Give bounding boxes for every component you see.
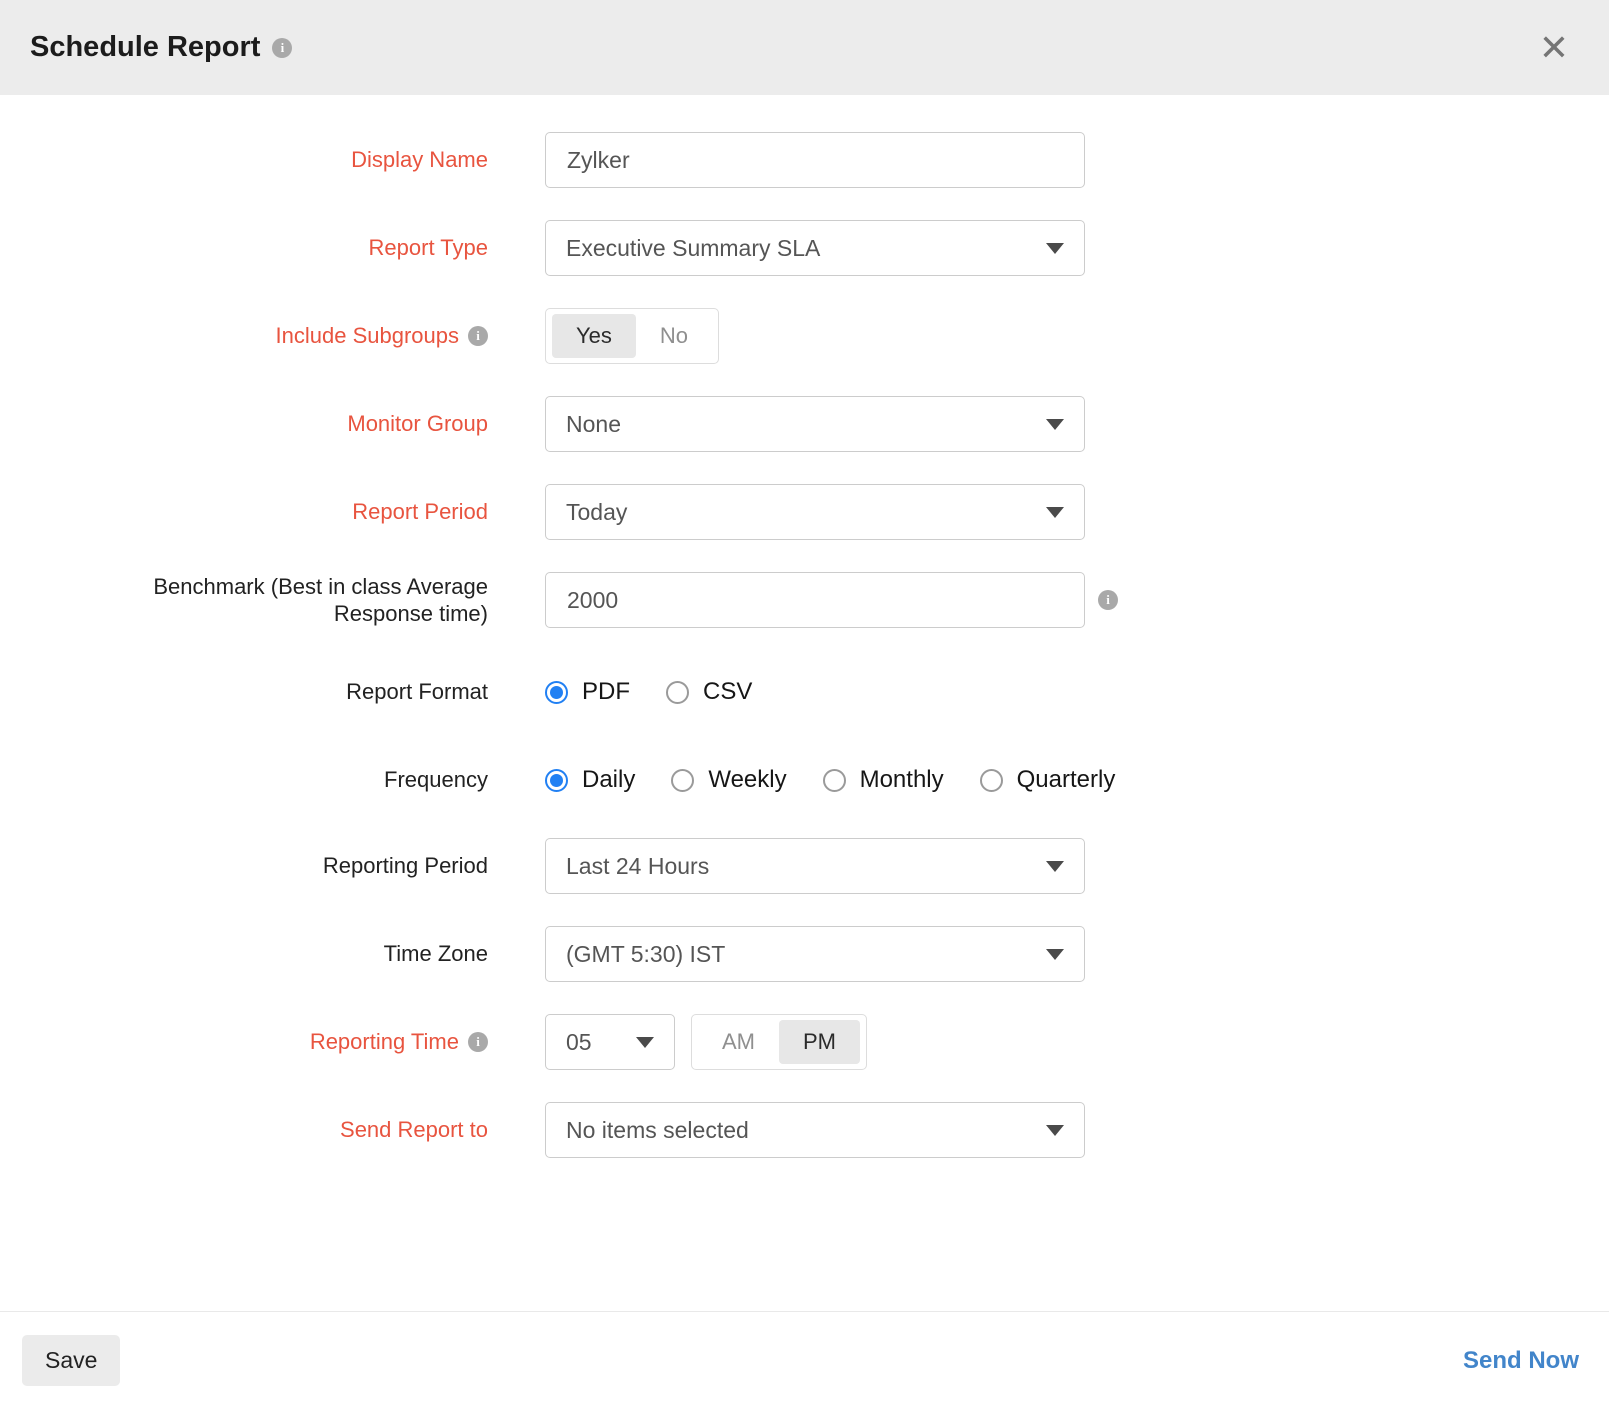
modal-header: Schedule Report i ✕ [0,0,1609,95]
frequency-quarterly-label: Quarterly [1017,766,1116,794]
chevron-down-icon [1046,1125,1064,1136]
reporting-period-label: Reporting Period [323,852,488,880]
report-type-value: Executive Summary SLA [566,235,820,262]
chevron-down-icon [1046,949,1064,960]
report-format-pdf-label: PDF [582,678,630,706]
row-frequency: Frequency Daily Weekly Monthly Quarterl [0,766,1609,794]
send-report-to-select[interactable]: No items selected [545,1102,1085,1158]
send-report-to-label: Send Report to [340,1116,488,1144]
display-name-input[interactable] [545,132,1085,188]
schedule-report-form: Display Name Report Type Executive Summa… [0,95,1609,1311]
monitor-group-label: Monitor Group [347,410,488,438]
report-format-option-pdf[interactable]: PDF [545,678,630,706]
row-send-report-to: Send Report to No items selected [0,1102,1609,1158]
report-type-label-col: Report Type [0,234,488,262]
radio-icon[interactable] [545,681,568,704]
meridiem-pm-option[interactable]: PM [779,1020,860,1064]
time-zone-value: (GMT 5:30) IST [566,941,725,968]
row-time-zone: Time Zone (GMT 5:30) IST [0,926,1609,982]
send-report-to-label-col: Send Report to [0,1116,488,1144]
info-icon[interactable]: i [468,1032,488,1052]
frequency-label-col: Frequency [0,766,488,794]
row-report-type: Report Type Executive Summary SLA [0,220,1609,276]
reporting-period-label-col: Reporting Period [0,852,488,880]
send-now-link[interactable]: Send Now [1463,1347,1579,1375]
info-icon[interactable]: i [272,38,292,58]
benchmark-label-col: Benchmark (Best in class Average Respons… [0,573,488,628]
report-period-select[interactable]: Today [545,484,1085,540]
report-format-csv-label: CSV [703,678,752,706]
chevron-down-icon [1046,243,1064,254]
modal-footer: Save Send Now [0,1311,1609,1409]
reporting-time-label-col: Reporting Time i [0,1028,488,1056]
row-monitor-group: Monitor Group None [0,396,1609,452]
reporting-period-value: Last 24 Hours [566,853,709,880]
frequency-option-quarterly[interactable]: Quarterly [980,766,1116,794]
schedule-report-modal: Schedule Report i ✕ Display Name Report … [0,0,1609,1409]
chevron-down-icon [1046,861,1064,872]
display-name-label-col: Display Name [0,146,488,174]
meridiem-am-option[interactable]: AM [698,1020,779,1064]
reporting-time-hour-value: 05 [566,1029,592,1056]
include-subgroups-no-option[interactable]: No [636,314,712,358]
include-subgroups-label-col: Include Subgroups i [0,322,488,350]
frequency-option-weekly[interactable]: Weekly [671,766,786,794]
send-report-to-value: No items selected [566,1117,749,1144]
report-format-label: Report Format [346,678,488,706]
include-subgroups-yes-option[interactable]: Yes [552,314,636,358]
report-type-label: Report Type [369,234,488,262]
radio-icon[interactable] [545,769,568,792]
chevron-down-icon [1046,419,1064,430]
reporting-period-select[interactable]: Last 24 Hours [545,838,1085,894]
report-period-label-col: Report Period [0,498,488,526]
chevron-down-icon [1046,507,1064,518]
include-subgroups-label: Include Subgroups [276,322,459,350]
frequency-option-daily[interactable]: Daily [545,766,635,794]
page-title: Schedule Report [30,31,260,64]
chevron-down-icon [636,1037,654,1048]
frequency-label: Frequency [384,766,488,794]
report-period-label: Report Period [352,498,488,526]
meridiem-toggle: AM PM [691,1014,867,1070]
radio-icon[interactable] [823,769,846,792]
monitor-group-label-col: Monitor Group [0,410,488,438]
monitor-group-select[interactable]: None [545,396,1085,452]
time-zone-label-col: Time Zone [0,940,488,968]
row-benchmark: Benchmark (Best in class Average Respons… [0,572,1609,628]
frequency-option-monthly[interactable]: Monthly [823,766,944,794]
benchmark-input[interactable] [545,572,1085,628]
benchmark-label: Benchmark (Best in class Average Respons… [106,573,488,628]
monitor-group-value: None [566,411,621,438]
time-zone-label: Time Zone [384,940,488,968]
reporting-time-label: Reporting Time [310,1028,459,1056]
include-subgroups-toggle: Yes No [545,308,719,364]
frequency-daily-label: Daily [582,766,635,794]
radio-icon[interactable] [671,769,694,792]
report-type-select[interactable]: Executive Summary SLA [545,220,1085,276]
info-icon[interactable]: i [468,326,488,346]
row-reporting-period: Reporting Period Last 24 Hours [0,838,1609,894]
report-period-value: Today [566,499,627,526]
row-include-subgroups: Include Subgroups i Yes No [0,308,1609,364]
report-format-option-csv[interactable]: CSV [666,678,752,706]
reporting-time-hour-select[interactable]: 05 [545,1014,675,1070]
time-zone-select[interactable]: (GMT 5:30) IST [545,926,1085,982]
row-report-period: Report Period Today [0,484,1609,540]
frequency-weekly-label: Weekly [708,766,786,794]
report-format-label-col: Report Format [0,678,488,706]
radio-icon[interactable] [980,769,1003,792]
row-display-name: Display Name [0,132,1609,188]
radio-icon[interactable] [666,681,689,704]
row-report-format: Report Format PDF CSV [0,678,1609,706]
close-icon[interactable]: ✕ [1529,30,1579,66]
frequency-monthly-label: Monthly [860,766,944,794]
info-icon[interactable]: i [1098,590,1118,610]
display-name-label: Display Name [351,146,488,174]
row-reporting-time: Reporting Time i 05 AM PM [0,1014,1609,1070]
save-button[interactable]: Save [22,1335,120,1386]
